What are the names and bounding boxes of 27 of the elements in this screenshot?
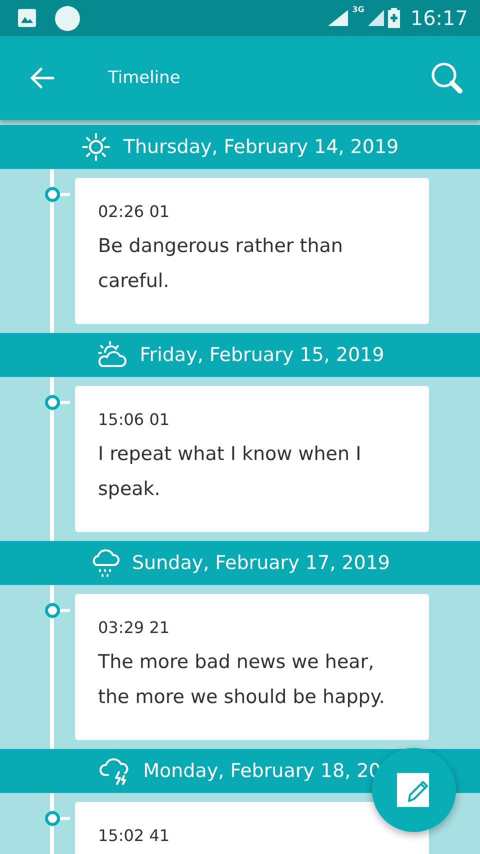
edit-note-icon (397, 773, 431, 807)
network-label: 3G (352, 5, 364, 14)
notification-dot-icon (55, 6, 80, 30)
entry-text: The more bad news we hear, the more we should be happy. (98, 650, 386, 710)
date-label: Sunday, February 17, 2019 (132, 552, 390, 574)
entry-text: Be dangerous rather than careful. (98, 234, 344, 294)
diary-card[interactable]: 15:02 41 (75, 802, 429, 854)
diary-card[interactable]: 02:26 01 Be dangerous rather than careful. (75, 178, 429, 324)
entry-text: I repeat what I know when I speak. (98, 442, 362, 502)
sun-cloud-icon (96, 340, 128, 370)
date-label: Friday, February 15, 2019 (140, 344, 384, 366)
battery-icon (388, 8, 400, 28)
clock-time: 16:17 (410, 6, 468, 30)
entry-time: 15:02 41 (98, 826, 170, 845)
entry-time: 15:06 01 (98, 410, 170, 429)
image-icon (17, 8, 37, 28)
screen-title: Timeline (108, 68, 182, 88)
signal-icon (328, 10, 348, 26)
diary-card[interactable]: 15:06 01 I repeat what I know when I speak. (75, 386, 429, 532)
date-label: Thursday, February 14, 2019 (123, 136, 399, 158)
sun-icon (81, 132, 112, 162)
signal-icon (368, 10, 384, 26)
entry-time: 03:29 21 (98, 618, 170, 637)
back-arrow-icon[interactable] (29, 67, 55, 89)
entry-time: 02:26 01 (98, 202, 170, 221)
search-icon[interactable] (430, 61, 464, 95)
diary-card[interactable]: 03:29 21 The more bad news we hear, the more we should be happy. (75, 594, 429, 740)
